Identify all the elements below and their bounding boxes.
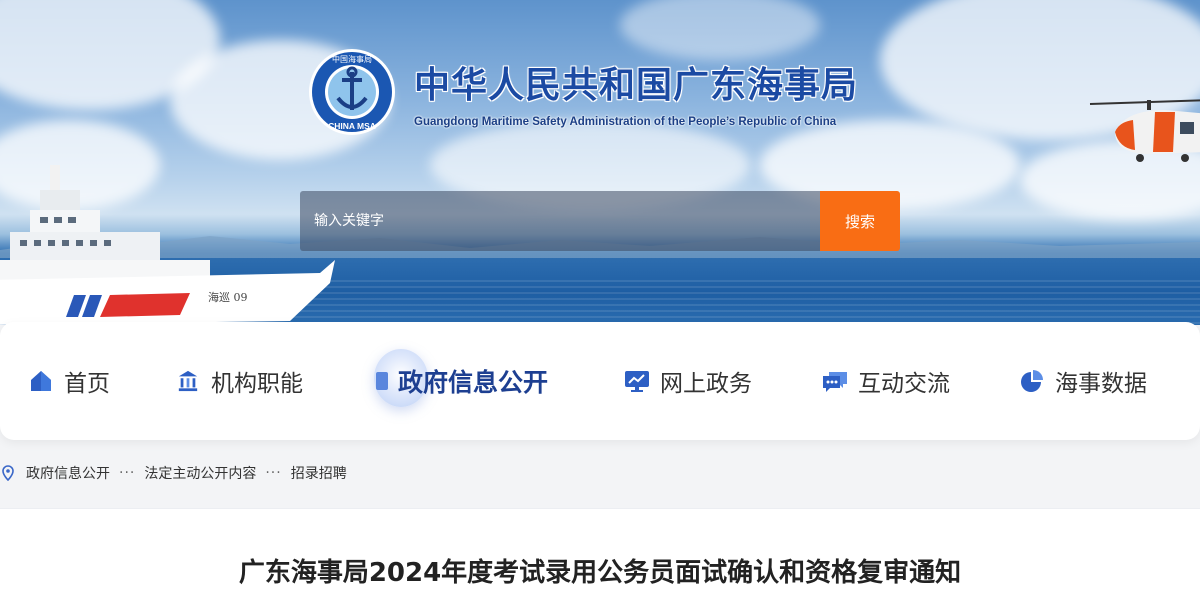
document-icon <box>376 368 388 394</box>
site-subtitle: Guangdong Maritime Safety Administration… <box>414 116 837 128</box>
ship-marking: 海巡 09 <box>208 290 248 304</box>
breadcrumb-link[interactable]: 法定主动公开内容 <box>144 463 256 483</box>
nav-label: 互动交流 <box>858 371 950 397</box>
nav-item-maritime-data[interactable]: 海事数据 <box>1019 322 1147 440</box>
breadcrumb-link[interactable]: 政府信息公开 <box>26 463 110 483</box>
nav-label: 首页 <box>64 371 110 397</box>
site-header: 中国海事局 CHINA MSA 中华人民共和国广东海事局 Guangdong M… <box>308 48 908 138</box>
institution-icon <box>175 368 201 394</box>
site-title: 中华人民共和国广东海事局 <box>414 65 859 106</box>
breadcrumb: 政府信息公开 ··· 法定主动公开内容 ··· 招录招聘 <box>0 462 347 484</box>
nav-label: 网上政务 <box>660 371 752 397</box>
home-icon <box>28 368 54 394</box>
main-nav: 首页 机构职能 政府信息公开 网上政务 互动交流 海事数据 <box>0 322 1200 440</box>
emblem-text-top: 中国海事局 <box>332 54 372 64</box>
nav-item-online-services[interactable]: 网上政务 <box>624 322 752 440</box>
nav-item-institution[interactable]: 机构职能 <box>175 322 303 440</box>
nav-label: 海事数据 <box>1055 371 1147 397</box>
nav-item-interaction[interactable]: 互动交流 <box>822 322 950 440</box>
pie-chart-icon <box>1019 368 1045 394</box>
emblem-text-bottom: CHINA MSA <box>328 121 376 131</box>
nav-item-gov-info[interactable]: 政府信息公开 <box>374 322 549 440</box>
breadcrumb-separator: ··· <box>265 465 282 481</box>
nav-item-home[interactable]: 首页 <box>28 322 110 440</box>
search-button[interactable]: 搜索 <box>820 191 900 251</box>
breadcrumb-link[interactable]: 招录招聘 <box>291 463 347 483</box>
china-msa-emblem: 中国海事局 CHINA MSA <box>309 49 395 135</box>
hero-banner: 海巡 09 中国海事局 CHINA MSA 中华人民共和国广东海事局 Guang… <box>0 0 1200 325</box>
helicopter-image <box>1089 99 1200 162</box>
nav-label: 机构职能 <box>211 371 303 397</box>
patrol-ship-image: 海巡 09 <box>0 165 335 325</box>
location-pin-icon <box>2 465 16 481</box>
search-input[interactable] <box>300 191 820 251</box>
breadcrumb-separator: ··· <box>119 465 136 481</box>
article-title: 广东海事局2024年度考试录用公务员面试确认和资格复审通知 <box>238 558 962 588</box>
search-bar: 搜索 <box>300 191 900 251</box>
nav-label: 政府信息公开 <box>398 368 549 397</box>
article-panel: 广东海事局2024年度考试录用公务员面试确认和资格复审通知 <box>0 508 1200 600</box>
chat-icon <box>822 368 848 394</box>
monitor-icon <box>624 368 650 394</box>
